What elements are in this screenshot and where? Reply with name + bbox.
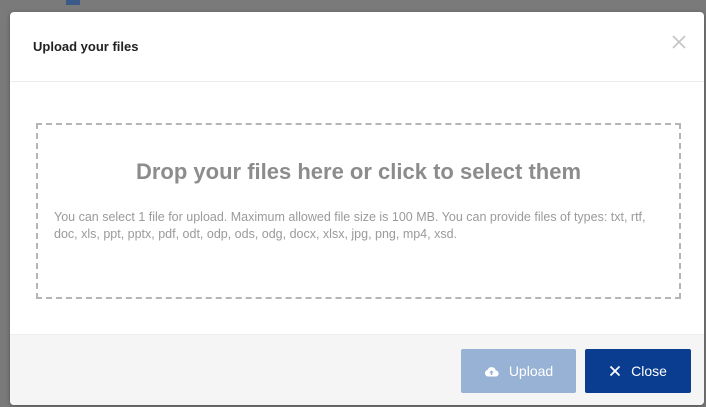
upload-button[interactable]: Upload bbox=[461, 349, 576, 393]
file-dropzone[interactable]: Drop your files here or click to select … bbox=[36, 123, 681, 299]
dialog-title: Upload your files bbox=[33, 39, 139, 54]
page-background-strip bbox=[66, 0, 80, 5]
dropzone-title: Drop your files here or click to select … bbox=[135, 159, 582, 184]
dialog-body: Drop your files here or click to select … bbox=[10, 82, 704, 334]
close-button-label: Close bbox=[631, 363, 667, 379]
upload-button-label: Upload bbox=[508, 363, 554, 379]
dialog-header: Upload your files bbox=[10, 12, 704, 82]
dialog-footer: Upload Close bbox=[10, 334, 704, 405]
close-icon bbox=[609, 365, 621, 377]
upload-dialog: Upload your files Drop your files here o… bbox=[10, 12, 704, 405]
dropzone-info: You can select 1 file for upload. Maximu… bbox=[54, 210, 646, 241]
cloud-upload-icon bbox=[484, 366, 499, 377]
close-button[interactable]: Close bbox=[585, 349, 691, 393]
dialog-close-icon[interactable] bbox=[671, 34, 687, 50]
